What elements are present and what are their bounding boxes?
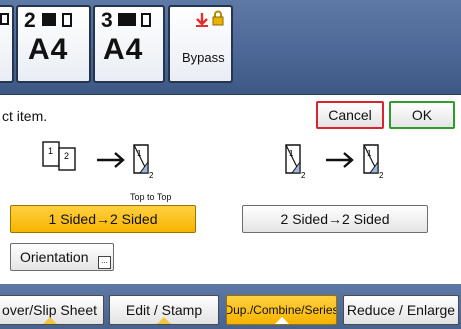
tray-paper-size: A4 bbox=[103, 33, 144, 66]
bypass-tray-button[interactable]: Bypass bbox=[168, 5, 233, 83]
bypass-label: Bypass bbox=[182, 50, 225, 65]
tray-3-button[interactable]: 3 A4 bbox=[93, 5, 165, 83]
two-sided-to-two-sided-button[interactable]: 2 Sided→2 Sided bbox=[242, 205, 428, 233]
lock-icon bbox=[212, 10, 224, 26]
duplex-page-icon: 1 2 bbox=[133, 144, 154, 180]
tab-indicator bbox=[42, 317, 58, 324]
tab-edit-stamp[interactable]: Edit / Stamp bbox=[109, 295, 219, 325]
bypass-arrow-icon bbox=[196, 13, 208, 27]
tab-label: Edit / Stamp bbox=[125, 302, 203, 318]
duplex-page-icon: 1 2 bbox=[363, 144, 384, 180]
paper-stack-icon bbox=[42, 13, 56, 26]
tab-label: Reduce / Enlarge bbox=[346, 302, 456, 318]
svg-text:1: 1 bbox=[367, 149, 372, 158]
two-to-two-sided-diagram: 1 2 1 2 bbox=[285, 144, 384, 180]
svg-text:2: 2 bbox=[149, 171, 154, 180]
instruction-text: ct item. bbox=[2, 108, 48, 124]
single-sided-pages-icon: 1 2 bbox=[42, 141, 76, 171]
tab-cover-slip-sheet[interactable]: over/Slip Sheet bbox=[0, 295, 104, 325]
svg-text:1: 1 bbox=[137, 149, 142, 158]
svg-text:2: 2 bbox=[301, 171, 306, 180]
tab-label: Dup./Combine/Series bbox=[226, 303, 337, 317]
tray-number: 2 bbox=[24, 9, 36, 32]
ok-button[interactable]: OK bbox=[389, 101, 455, 129]
one-sided-to-two-sided-button[interactable]: 1 Sided→2 Sided bbox=[10, 205, 196, 233]
tab-indicator bbox=[156, 317, 172, 324]
svg-text:2: 2 bbox=[379, 171, 384, 180]
tab-label: over/Slip Sheet bbox=[2, 302, 97, 318]
paper-tray-bar: 2 A4 3 A4 Bypass bbox=[0, 0, 461, 95]
orientation-caption: Top to Top bbox=[130, 192, 172, 202]
orientation-button[interactable]: Orientation ... bbox=[10, 243, 114, 271]
tab-indicator bbox=[273, 317, 290, 324]
tab-reduce-enlarge[interactable]: Reduce / Enlarge bbox=[343, 295, 459, 325]
arrow-right-icon bbox=[97, 152, 125, 168]
tray-number: 3 bbox=[101, 9, 113, 32]
duplex-page-icon: 1 2 bbox=[285, 144, 306, 180]
cancel-button[interactable]: Cancel bbox=[316, 101, 384, 129]
one-to-two-sided-diagram: 1 2 1 2 bbox=[42, 141, 154, 180]
orientation-label: Orientation bbox=[20, 249, 89, 265]
function-tab-bar: over/Slip Sheet Edit / Stamp Dup./Combin… bbox=[0, 284, 461, 329]
paper-orientation-icon bbox=[0, 13, 9, 25]
svg-text:1: 1 bbox=[48, 146, 53, 156]
arrow-right-icon bbox=[326, 152, 354, 168]
paper-orientation-icon bbox=[62, 13, 72, 27]
tab-dup-combine-series[interactable]: Dup./Combine/Series bbox=[226, 295, 337, 325]
paper-stack-icon bbox=[118, 13, 136, 26]
tray-paper-size: A4 bbox=[28, 33, 69, 66]
svg-text:1: 1 bbox=[289, 149, 294, 158]
svg-text:2: 2 bbox=[64, 151, 69, 161]
tray-2-button[interactable]: 2 A4 bbox=[16, 5, 91, 83]
tray-1-button[interactable] bbox=[0, 5, 14, 83]
more-options-icon: ... bbox=[98, 256, 111, 269]
paper-orientation-icon bbox=[141, 13, 151, 27]
